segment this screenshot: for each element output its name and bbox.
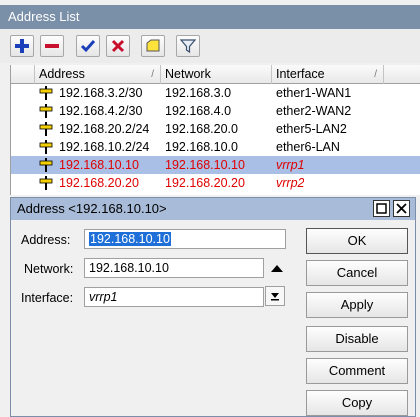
cell-network: 192.168.10.10 xyxy=(165,158,245,172)
cell-address: 192.168.3.2/30 xyxy=(59,86,143,100)
cell-address: 192.168.10.10 xyxy=(59,158,139,172)
cell-interface: ether6-LAN xyxy=(276,140,340,154)
close-button[interactable] xyxy=(393,200,410,217)
table-row[interactable]: 192.168.10.2/24 192.168.10.0 ether6-LAN xyxy=(11,138,420,156)
check-icon xyxy=(80,40,96,53)
minus-icon xyxy=(45,44,59,48)
add-button[interactable] xyxy=(10,35,34,57)
network-field[interactable]: 192.168.10.10 xyxy=(84,258,264,278)
cell-address: 192.168.20.2/24 xyxy=(59,122,150,136)
column-header-network[interactable]: Network xyxy=(161,65,272,84)
comment-button[interactable] xyxy=(141,35,165,57)
address-label: Address: xyxy=(21,233,71,247)
column-address-label: Address xyxy=(39,67,85,81)
cell-interface: vrrp2 xyxy=(276,176,305,190)
interface-label: Interface: xyxy=(21,291,74,305)
cell-network: 192.168.20.20 xyxy=(165,176,245,190)
apply-button[interactable]: Apply xyxy=(306,292,408,318)
address-field[interactable]: 192.168.10.10 xyxy=(84,229,286,249)
disable-button-dialog[interactable]: Disable xyxy=(306,326,408,352)
address-pin-icon xyxy=(39,122,53,136)
cell-network: 192.168.4.0 xyxy=(165,104,232,118)
ok-button[interactable]: OK xyxy=(306,228,408,254)
cell-network: 192.168.10.0 xyxy=(165,140,238,154)
maximize-button[interactable] xyxy=(373,200,390,217)
address-pin-icon xyxy=(39,176,53,190)
table-row-selected[interactable]: 192.168.10.10 192.168.10.10 vrrp1 xyxy=(11,156,420,174)
cell-address: 192.168.10.2/24 xyxy=(59,140,150,154)
address-pin-icon xyxy=(39,86,53,100)
table-row[interactable]: 192.168.20.20 192.168.20.20 vrrp2 xyxy=(11,174,420,192)
column-interface-label: Interface xyxy=(276,67,325,81)
enable-button[interactable] xyxy=(76,35,100,57)
copy-button[interactable]: Copy xyxy=(306,390,408,416)
cell-network: 192.168.3.0 xyxy=(165,86,232,100)
remove-button[interactable] xyxy=(40,35,64,57)
plus-icon xyxy=(15,39,29,53)
address-value: 192.168.10.10 xyxy=(89,232,171,246)
filter-icon xyxy=(180,39,196,54)
dropdown-arrow-icon xyxy=(271,293,279,301)
cell-network: 192.168.20.0 xyxy=(165,122,238,136)
cell-address: 192.168.4.2/30 xyxy=(59,104,143,118)
cell-interface: vrrp1 xyxy=(276,158,305,172)
interface-value: vrrp1 xyxy=(89,290,118,304)
filter-button[interactable] xyxy=(176,35,200,57)
note-icon xyxy=(146,39,160,52)
cell-address: 192.168.20.20 xyxy=(59,176,139,190)
column-header-address[interactable]: Address / xyxy=(35,65,161,84)
dialog-title: Address <192.168.10.10> xyxy=(11,198,415,220)
window-title: Address List xyxy=(0,5,420,29)
cancel-button[interactable]: Cancel xyxy=(306,260,408,286)
header-spacer xyxy=(11,65,35,84)
network-value: 192.168.10.10 xyxy=(89,261,169,275)
column-network-label: Network xyxy=(165,67,211,81)
network-label: Network: xyxy=(24,262,74,276)
sort-icon: / xyxy=(374,69,377,80)
disable-button[interactable] xyxy=(106,35,130,57)
table-row[interactable]: 192.168.3.2/30 192.168.3.0 ether1-WAN1 xyxy=(11,84,420,102)
address-table: Address / Network Interface / 192.168.3.2/… xyxy=(10,65,420,195)
cell-interface: ether5-LAN2 xyxy=(276,122,347,136)
address-pin-icon xyxy=(39,158,53,172)
cell-interface: ether2-WAN2 xyxy=(276,104,352,118)
table-header: Address / Network Interface / xyxy=(11,65,420,84)
address-pin-icon xyxy=(39,104,53,118)
table-row[interactable]: 192.168.20.2/24 192.168.20.0 ether5-LAN2 xyxy=(11,120,420,138)
interface-select[interactable]: vrrp1 xyxy=(84,287,264,307)
sort-icon: / xyxy=(151,69,154,80)
cell-interface: ether1-WAN1 xyxy=(276,86,352,100)
interface-dropdown-button[interactable] xyxy=(265,286,285,306)
comment-button-dialog[interactable]: Comment xyxy=(306,358,408,384)
x-icon xyxy=(111,39,125,53)
maximize-icon xyxy=(376,203,387,214)
column-header-interface[interactable]: Interface / xyxy=(272,65,384,84)
network-collapse-arrow-icon[interactable] xyxy=(271,265,283,272)
toolbar xyxy=(0,29,420,63)
close-icon xyxy=(396,203,407,214)
address-dialog: Address <192.168.10.10> Address: 192.168… xyxy=(10,197,416,417)
table-row[interactable]: 192.168.4.2/30 192.168.4.0 ether2-WAN2 xyxy=(11,102,420,120)
address-pin-icon xyxy=(39,140,53,154)
